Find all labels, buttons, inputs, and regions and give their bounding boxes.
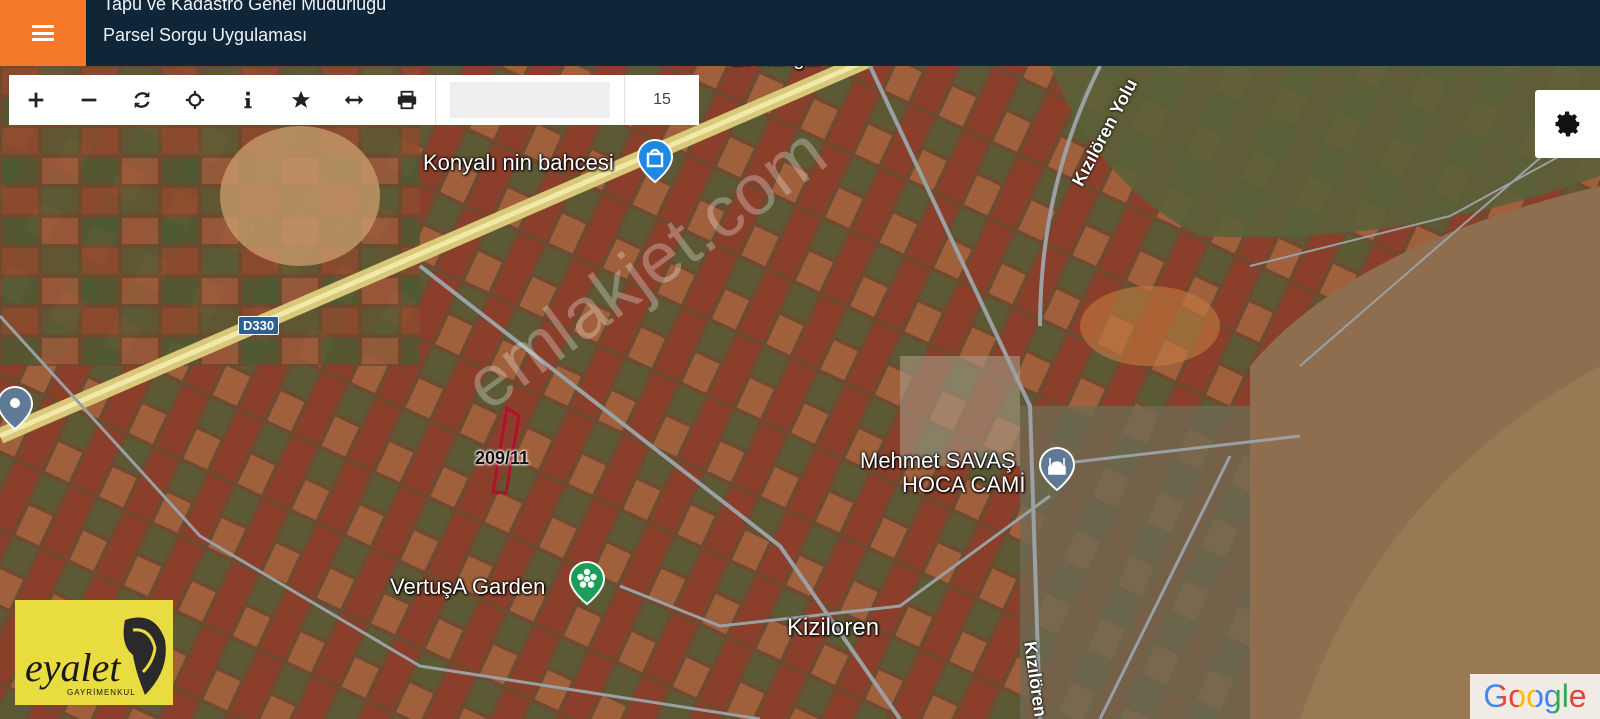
toolbar-divider [435,75,436,125]
agency-logo: eyalet GAYRİMENKUL [15,600,173,705]
parcel-search-input[interactable] [450,82,610,118]
zoom-in-button[interactable] [9,75,62,125]
logo-subtext: GAYRİMENKUL [67,688,136,697]
garden-pin-icon[interactable] [568,560,606,606]
road-badge: D330 [238,316,280,335]
map-toolbar: 15 [9,75,699,125]
printer-icon [397,90,416,110]
locate-button[interactable] [168,75,221,125]
star-icon [291,90,310,108]
favorite-button[interactable] [274,75,327,125]
settings-button[interactable] [1535,90,1600,158]
app-header: Tapu ve Kadastro Genel Müdürlüğü Parsel … [0,0,1600,66]
town-label: Kiziloren [787,614,880,641]
mosque-pin-icon[interactable] [1038,446,1076,492]
google-logo-text: Google [1483,678,1587,714]
info-button[interactable] [221,75,274,125]
refresh-button[interactable] [115,75,168,125]
plus-icon [28,92,43,108]
parcel-label: 209/11 [475,448,530,468]
poi-label-konyali: Konyalı nin bahcesi [423,150,614,175]
app-subtitle: Parsel Sorgu Uygulaması [103,25,308,45]
refresh-icon [133,91,150,109]
hamburger-icon [32,25,54,41]
crosshair-icon [185,90,204,110]
arrows-horizontal-icon [344,95,363,105]
logo-text: eyalet [25,645,121,690]
zoom-level-display: 15 [653,91,671,108]
menu-button[interactable] [0,0,86,66]
info-icon [243,91,252,109]
shopping-pin-icon[interactable] [636,138,674,184]
poi-label-mosque-line1: Mehmet SAVAŞ [860,448,1016,473]
location-pin-icon[interactable] [0,385,34,431]
print-button[interactable] [380,75,433,125]
zoom-out-button[interactable] [62,75,115,125]
poi-label-mosque-line2: HOCA CAMİ [902,472,1026,497]
app-title: Tapu ve Kadastro Genel Müdürlüğü [103,0,387,14]
gear-icon [1555,111,1579,137]
minus-icon [81,98,96,102]
measure-button[interactable] [327,75,380,125]
poi-label-vertusa: VertuşA Garden [390,574,546,599]
google-attribution: Google [1470,674,1600,719]
